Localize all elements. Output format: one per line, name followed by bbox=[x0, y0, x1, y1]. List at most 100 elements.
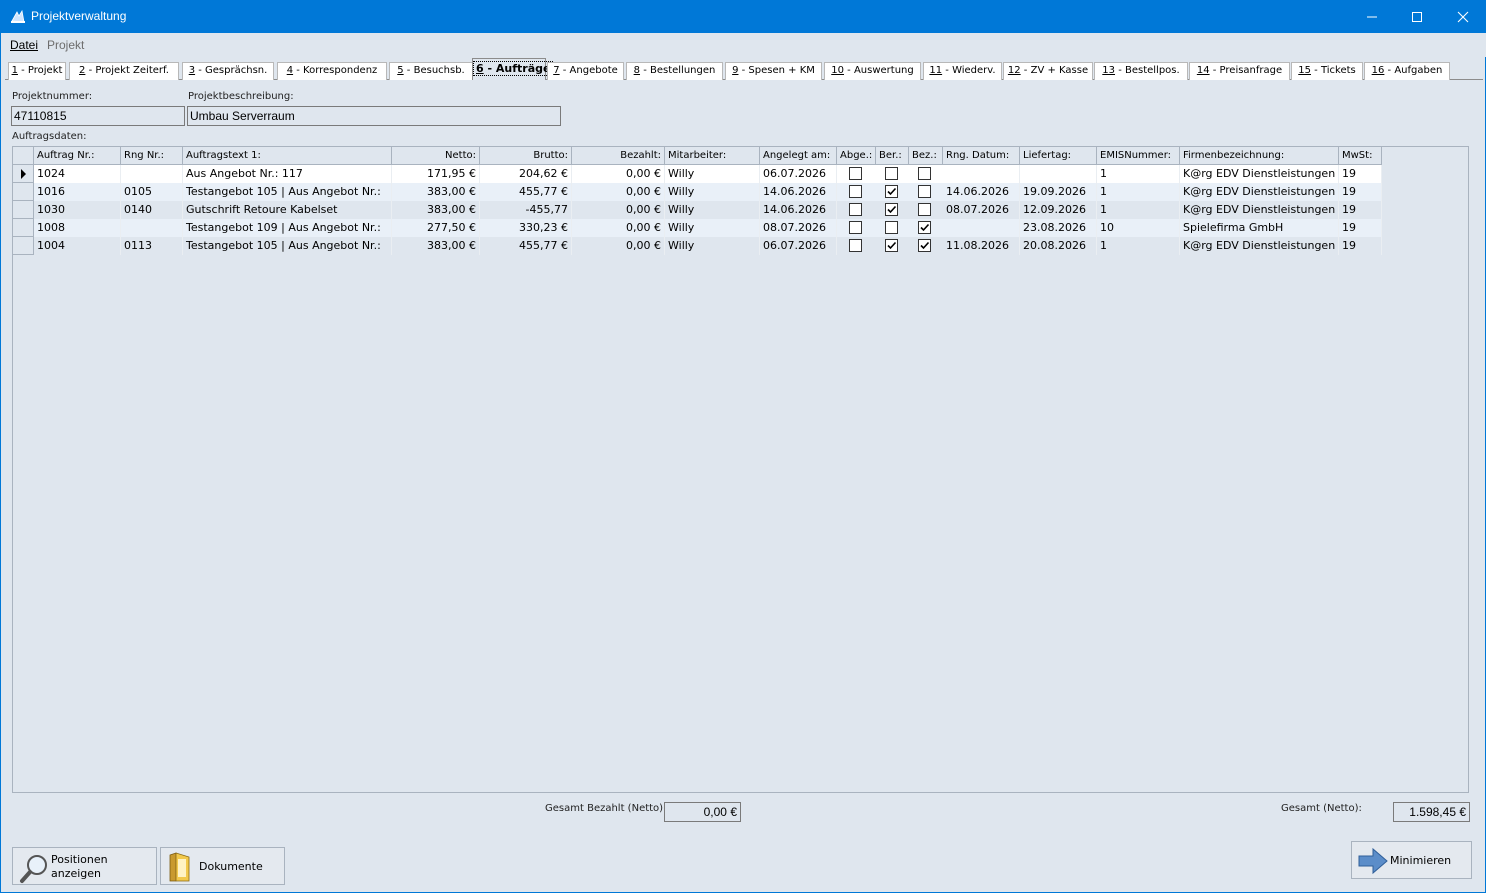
tab-auftraege[interactable]: 6 - Aufträge bbox=[472, 58, 554, 80]
maximize-window-button[interactable] bbox=[1394, 1, 1440, 33]
cell-netto[interactable]: 383,00 € bbox=[392, 237, 480, 255]
cell-netto[interactable]: 383,00 € bbox=[392, 201, 480, 219]
cell-rng-datum[interactable]: 11.08.2026 bbox=[943, 237, 1020, 255]
col-header-netto[interactable]: Netto: bbox=[392, 147, 480, 165]
cell-rng-nr[interactable]: 0140 bbox=[121, 201, 183, 219]
cell-auftrag-nr[interactable]: 1008 bbox=[34, 219, 121, 237]
cell-auftrag-nr[interactable]: 1004 bbox=[34, 237, 121, 255]
tab-projekt-zeiterf[interactable]: 2 - Projekt Zeiterf. bbox=[69, 62, 179, 80]
row-selector[interactable] bbox=[13, 183, 34, 201]
tab-zv-kasse[interactable]: 12 - ZV + Kasse bbox=[1003, 62, 1093, 80]
cell-bezahlt[interactable]: 0,00 € bbox=[572, 183, 665, 201]
menu-datei[interactable]: Datei bbox=[10, 38, 38, 52]
cell-firmenbezeichnung[interactable]: K@rg EDV Dienstleistungen bbox=[1180, 183, 1339, 201]
checkbox-bez[interactable] bbox=[918, 239, 931, 252]
checkbox-ber[interactable] bbox=[885, 185, 898, 198]
col-header-emisnummer[interactable]: EMISNummer: bbox=[1097, 147, 1180, 165]
dokumente-button[interactable]: Dokumente bbox=[160, 847, 285, 885]
cell-mwst[interactable]: 19 bbox=[1339, 237, 1382, 255]
cell-auftragstext[interactable]: Testangebot 109 | Aus Angebot Nr.: bbox=[183, 219, 392, 237]
checkbox-bez[interactable] bbox=[918, 185, 931, 198]
minimize-window-button[interactable] bbox=[1349, 1, 1395, 33]
cell-mitarbeiter[interactable]: Willy bbox=[665, 201, 760, 219]
cell-auftragstext[interactable]: Aus Angebot Nr.: 117 bbox=[183, 165, 392, 183]
col-header-liefertag[interactable]: Liefertag: bbox=[1020, 147, 1097, 165]
cell-bezahlt[interactable]: 0,00 € bbox=[572, 237, 665, 255]
checkbox-bez[interactable] bbox=[918, 167, 931, 180]
cell-emisnummer[interactable]: 1 bbox=[1097, 183, 1180, 201]
title-bar[interactable]: Projektverwaltung bbox=[1, 1, 1486, 33]
cell-auftragstext[interactable]: Testangebot 105 | Aus Angebot Nr.: bbox=[183, 237, 392, 255]
tab-bestellungen[interactable]: 8 - Bestellungen bbox=[626, 62, 723, 80]
col-header-rng-datum[interactable]: Rng. Datum: bbox=[943, 147, 1020, 165]
col-header-bez[interactable]: Bez.: bbox=[909, 147, 943, 165]
cell-mitarbeiter[interactable]: Willy bbox=[665, 219, 760, 237]
minimieren-button[interactable]: Minimieren bbox=[1351, 841, 1472, 879]
col-header-bezahlt[interactable]: Bezahlt: bbox=[572, 147, 665, 165]
cell-liefertag[interactable] bbox=[1020, 165, 1097, 183]
cell-mwst[interactable]: 19 bbox=[1339, 183, 1382, 201]
cell-brutto[interactable]: 455,77 € bbox=[480, 183, 572, 201]
col-header-ber[interactable]: Ber.: bbox=[876, 147, 909, 165]
cell-netto[interactable]: 277,50 € bbox=[392, 219, 480, 237]
cell-firmenbezeichnung[interactable]: K@rg EDV Dienstleistungen bbox=[1180, 165, 1339, 183]
checkbox-abge[interactable] bbox=[849, 239, 862, 252]
cell-brutto[interactable]: -455,77 bbox=[480, 201, 572, 219]
cell-angelegt-am[interactable]: 08.07.2026 bbox=[760, 219, 837, 237]
cell-rng-datum[interactable] bbox=[943, 219, 1020, 237]
checkbox-ber[interactable] bbox=[885, 203, 898, 216]
cell-rng-nr[interactable]: 0113 bbox=[121, 237, 183, 255]
close-window-button[interactable] bbox=[1440, 1, 1486, 33]
cell-rng-nr[interactable] bbox=[121, 165, 183, 183]
cell-bezahlt[interactable]: 0,00 € bbox=[572, 219, 665, 237]
cell-emisnummer[interactable]: 1 bbox=[1097, 201, 1180, 219]
cell-rng-datum[interactable] bbox=[943, 165, 1020, 183]
cell-emisnummer[interactable]: 1 bbox=[1097, 237, 1180, 255]
col-header-mitarbeiter[interactable]: Mitarbeiter: bbox=[665, 147, 760, 165]
tab-auswertung[interactable]: 10 - Auswertung bbox=[824, 62, 921, 80]
cell-firmenbezeichnung[interactable]: Spielefirma GmbH bbox=[1180, 219, 1339, 237]
col-header-auftragstext[interactable]: Auftragstext 1: bbox=[183, 147, 392, 165]
checkbox-abge[interactable] bbox=[849, 221, 862, 234]
cell-angelegt-am[interactable]: 14.06.2026 bbox=[760, 201, 837, 219]
tab-tickets[interactable]: 15 - Tickets bbox=[1291, 62, 1363, 80]
projektbeschreibung-field[interactable]: Umbau Serverraum bbox=[187, 106, 561, 126]
col-header-auftrag-nr[interactable]: Auftrag Nr.: bbox=[34, 147, 121, 165]
cell-firmenbezeichnung[interactable]: K@rg EDV Dienstleistungen bbox=[1180, 237, 1339, 255]
cell-rng-datum[interactable]: 08.07.2026 bbox=[943, 201, 1020, 219]
col-header-brutto[interactable]: Brutto: bbox=[480, 147, 572, 165]
row-selector[interactable] bbox=[13, 165, 34, 183]
checkbox-abge[interactable] bbox=[849, 167, 862, 180]
checkbox-ber[interactable] bbox=[885, 167, 898, 180]
checkbox-abge[interactable] bbox=[849, 185, 862, 198]
checkbox-abge[interactable] bbox=[849, 203, 862, 216]
col-header-abge[interactable]: Abge.: bbox=[837, 147, 876, 165]
cell-auftrag-nr[interactable]: 1016 bbox=[34, 183, 121, 201]
cell-mwst[interactable]: 19 bbox=[1339, 219, 1382, 237]
cell-netto[interactable]: 383,00 € bbox=[392, 183, 480, 201]
cell-netto[interactable]: 171,95 € bbox=[392, 165, 480, 183]
checkbox-bez[interactable] bbox=[918, 221, 931, 234]
tab-korrespondenz[interactable]: 4 - Korrespondenz bbox=[277, 62, 387, 80]
auftraege-grid[interactable]: Auftrag Nr.: Rng Nr.: Auftragstext 1: Ne… bbox=[12, 146, 1469, 793]
cell-angelegt-am[interactable]: 14.06.2026 bbox=[760, 183, 837, 201]
cell-bezahlt[interactable]: 0,00 € bbox=[572, 165, 665, 183]
col-header-firmenbezeichnung[interactable]: Firmenbezeichnung: bbox=[1180, 147, 1339, 165]
positionen-anzeigen-button[interactable]: Positionen anzeigen bbox=[12, 847, 157, 885]
cell-liefertag[interactable]: 12.09.2026 bbox=[1020, 201, 1097, 219]
tab-bestellpos[interactable]: 13 - Bestellpos. bbox=[1094, 62, 1188, 80]
row-selector[interactable] bbox=[13, 219, 34, 237]
row-selector[interactable] bbox=[13, 201, 34, 219]
cell-rng-nr[interactable]: 0105 bbox=[121, 183, 183, 201]
menu-projekt[interactable]: Projekt bbox=[47, 38, 84, 52]
cell-liefertag[interactable]: 20.08.2026 bbox=[1020, 237, 1097, 255]
checkbox-bez[interactable] bbox=[918, 203, 931, 216]
cell-emisnummer[interactable]: 1 bbox=[1097, 165, 1180, 183]
cell-liefertag[interactable]: 19.09.2026 bbox=[1020, 183, 1097, 201]
cell-mitarbeiter[interactable]: Willy bbox=[665, 183, 760, 201]
cell-auftrag-nr[interactable]: 1030 bbox=[34, 201, 121, 219]
tab-besuchsb[interactable]: 5 - Besuchsb. bbox=[389, 62, 473, 80]
cell-mwst[interactable]: 19 bbox=[1339, 201, 1382, 219]
tab-angebote[interactable]: 7 - Angebote bbox=[547, 62, 624, 80]
cell-auftrag-nr[interactable]: 1024 bbox=[34, 165, 121, 183]
